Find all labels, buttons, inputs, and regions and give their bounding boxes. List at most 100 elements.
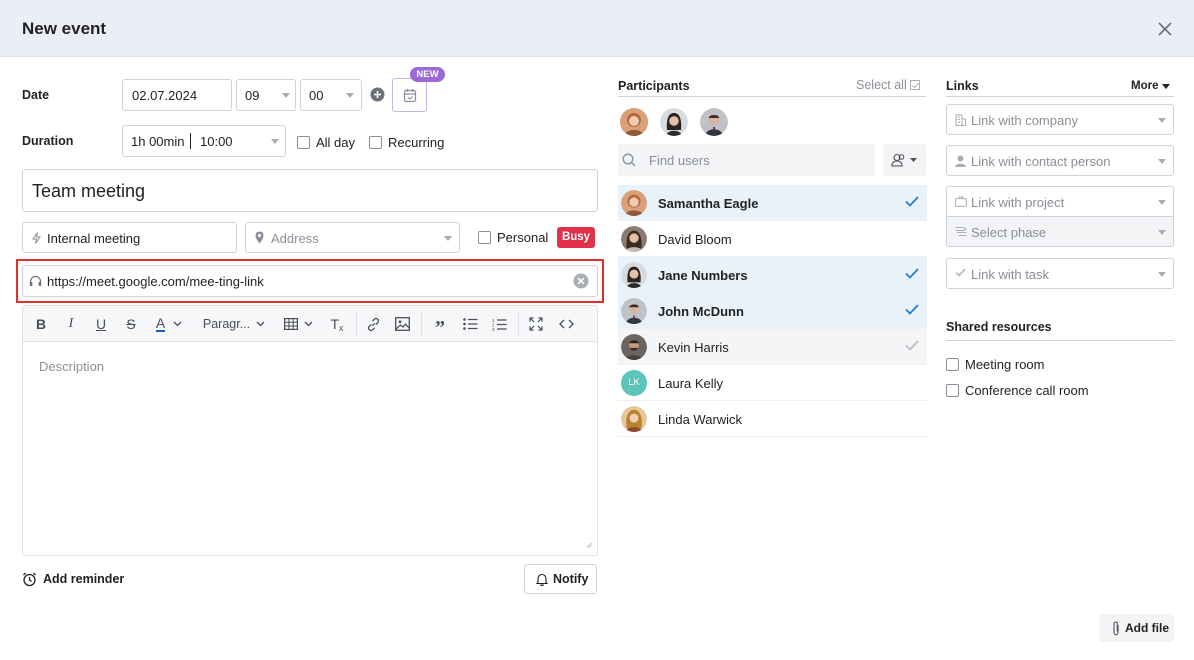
chevron-down-icon (444, 236, 452, 241)
check-icon (905, 340, 919, 351)
allday-checkbox[interactable] (297, 136, 310, 149)
participant-row[interactable]: Linda Warwick (618, 401, 927, 437)
clear-format-icon[interactable]: Tx (325, 306, 349, 342)
text-color-icon[interactable]: A (149, 306, 189, 342)
links-divider (946, 96, 1174, 97)
conference-call-room-checkbox[interactable] (946, 384, 959, 397)
participants-heading: Participants (618, 79, 690, 93)
participant-row[interactable]: Jane Numbers (618, 257, 927, 293)
more-menu[interactable]: More (1131, 80, 1171, 92)
toolbar-divider (421, 312, 422, 336)
recurring-label: Recurring (388, 135, 445, 150)
avatar (621, 406, 647, 432)
paragraph-select[interactable]: Paragr... (199, 306, 269, 342)
event-type-value: Internal meeting (47, 231, 141, 246)
select-all-button[interactable]: Select all (856, 78, 920, 92)
participant-row[interactable]: Samantha Eagle (618, 185, 927, 221)
add-file-label: Add file (1125, 621, 1169, 635)
new-badge: NEW (410, 67, 445, 82)
add-time-icon[interactable] (370, 87, 385, 102)
chevron-down-icon (1158, 230, 1166, 235)
more-label: More (1131, 80, 1159, 92)
underline-icon[interactable]: U (89, 306, 113, 342)
address-placeholder: Address (271, 231, 319, 246)
participant-name: David Bloom (658, 232, 732, 247)
event-type-select[interactable]: Internal meeting (22, 222, 237, 253)
recurring-checkbox[interactable] (369, 136, 382, 149)
link-company-select[interactable]: Link with company (946, 104, 1174, 135)
notify-button[interactable]: Notify (524, 564, 597, 594)
duration-divider (190, 133, 191, 149)
duration-label: Duration (22, 134, 74, 148)
chevron-down-icon (1162, 83, 1171, 89)
calendar-icon (403, 89, 417, 103)
bold-icon[interactable]: B (29, 306, 53, 342)
svg-text:3: 3 (492, 327, 495, 331)
select-all-label: Select all (856, 78, 907, 92)
paperclip-icon (1113, 621, 1119, 636)
select-phase-select[interactable]: Select phase (946, 216, 1174, 247)
image-icon[interactable] (389, 306, 415, 342)
find-users-input[interactable]: Find users (618, 144, 875, 176)
duration-select[interactable]: 1h 00min 10:00 (122, 125, 286, 157)
participant-row[interactable]: David Bloom (618, 221, 927, 257)
participant-name: John McDunn (658, 304, 744, 319)
check-icon (905, 268, 919, 279)
minute-select[interactable]: 00 (300, 79, 362, 111)
date-input[interactable]: 02.07.2024 (122, 79, 232, 111)
meeting-link-value: https://meet.google.com/mee-ting-link (47, 274, 264, 289)
link-task-placeholder: Link with task (971, 267, 1050, 282)
hour-value: 09 (245, 88, 260, 103)
event-title-input[interactable]: Team meeting (22, 169, 598, 212)
avatar (621, 190, 647, 216)
meeting-room-label: Meeting room (965, 357, 1045, 372)
bullet-list-icon[interactable] (457, 306, 483, 342)
source-code-icon[interactable] (553, 306, 579, 342)
building-icon (955, 114, 966, 126)
calendar-sync-button[interactable] (392, 78, 427, 112)
dialog-header: New event (0, 0, 1194, 57)
address-select[interactable]: Address (245, 222, 460, 253)
chevron-down-icon (1158, 200, 1166, 205)
close-icon[interactable] (1157, 21, 1173, 37)
meeting-link-input[interactable]: https://meet.google.com/mee-ting-link (22, 265, 598, 297)
hour-select[interactable]: 09 (236, 79, 296, 111)
add-reminder-button[interactable]: Add reminder (22, 570, 124, 588)
participant-row[interactable]: Kevin Harris (618, 329, 927, 365)
clear-icon[interactable] (573, 273, 589, 289)
link-contact-select[interactable]: Link with contact person (946, 145, 1174, 176)
personal-checkbox[interactable] (478, 231, 491, 244)
meeting-room-checkbox[interactable] (946, 358, 959, 371)
participant-name: Jane Numbers (658, 268, 748, 283)
end-time-value: 10:00 (200, 134, 233, 149)
checkmark-icon (955, 268, 966, 277)
resize-handle-icon[interactable] (586, 542, 592, 548)
personal-label: Personal (497, 230, 549, 245)
link-project-select[interactable]: Link with project (946, 186, 1174, 217)
avatar (621, 298, 647, 324)
search-icon (622, 153, 636, 167)
link-task-select[interactable]: Link with task (946, 258, 1174, 289)
editor-toolbar: B I U S A Paragr... Tx ” 123 (22, 305, 598, 341)
chevron-down-icon (1158, 159, 1166, 164)
fullscreen-icon[interactable] (523, 306, 549, 342)
table-icon[interactable] (281, 306, 315, 342)
quote-icon[interactable]: ” (427, 306, 453, 342)
add-file-button[interactable]: Add file (1099, 614, 1174, 642)
date-label: Date (22, 88, 50, 102)
description-editor[interactable]: Description (22, 341, 598, 556)
participant-row[interactable]: John McDunn (618, 293, 927, 329)
italic-icon[interactable]: I (59, 306, 83, 342)
numbered-list-icon[interactable]: 123 (486, 306, 512, 342)
bell-icon (536, 573, 548, 586)
date-value: 02.07.2024 (132, 88, 198, 103)
avatar-samantha-eagle (620, 108, 648, 136)
chevron-down-icon (1158, 272, 1166, 277)
participants-divider (618, 96, 926, 97)
busy-badge[interactable]: Busy (557, 227, 595, 248)
strikethrough-icon[interactable]: S (119, 306, 143, 342)
user-groups-button[interactable] (883, 144, 926, 176)
participant-row[interactable]: LK Laura Kelly (618, 365, 927, 401)
phase-icon (955, 227, 967, 236)
link-icon[interactable] (360, 306, 386, 342)
